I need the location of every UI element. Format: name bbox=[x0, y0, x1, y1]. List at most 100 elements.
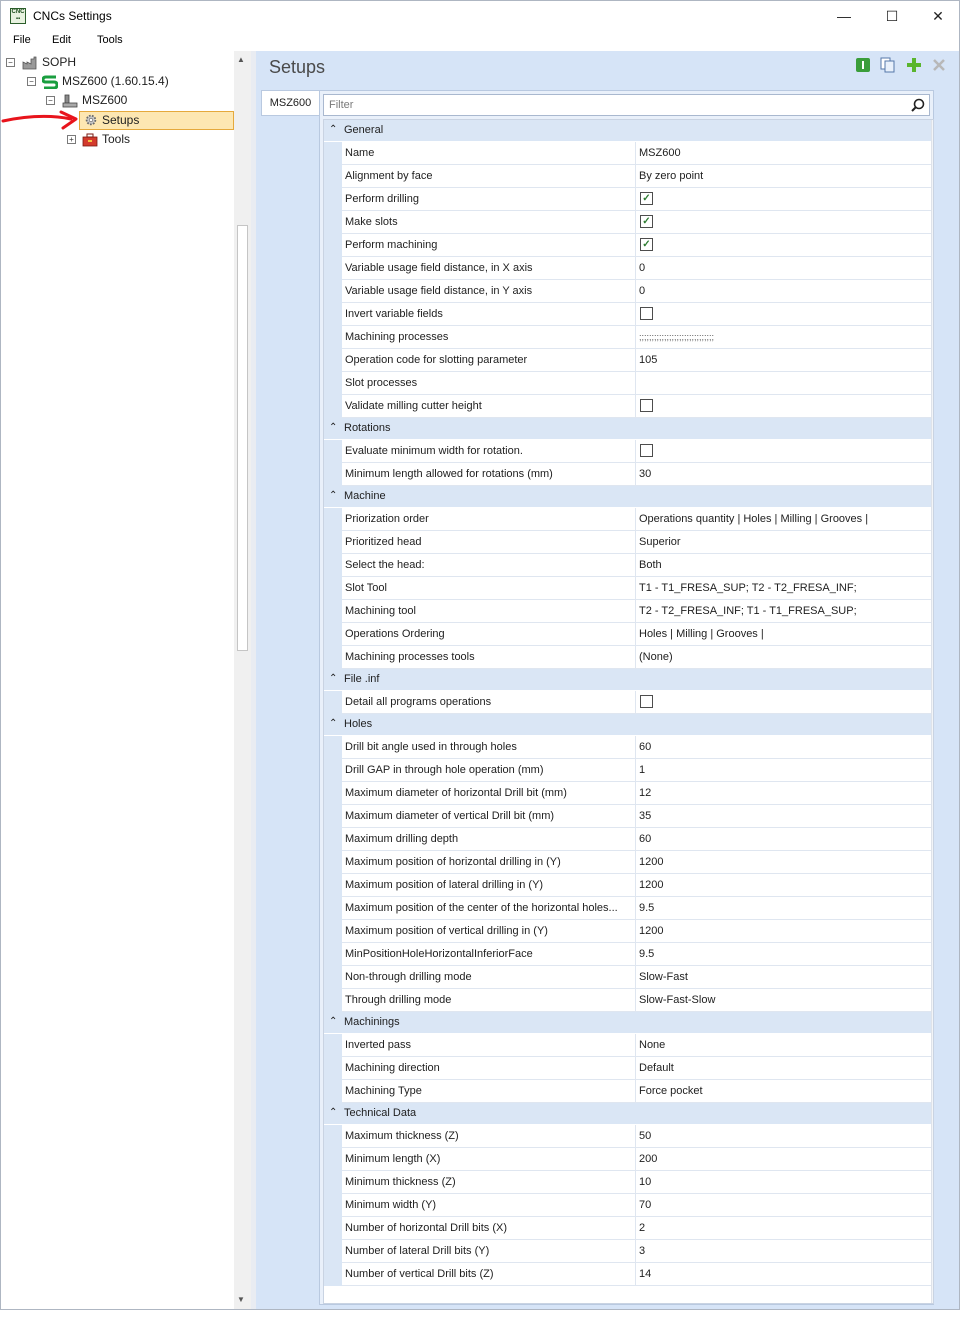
property-value[interactable]: 12 bbox=[636, 782, 931, 805]
property-row[interactable]: Inverted pass None bbox=[324, 1034, 931, 1057]
property-value[interactable]: Slow-Fast-Slow bbox=[636, 989, 931, 1012]
checkbox-unchecked[interactable] bbox=[640, 444, 653, 457]
property-value[interactable]: 70 bbox=[636, 1194, 931, 1217]
checkbox-unchecked[interactable] bbox=[640, 695, 653, 708]
property-row[interactable]: Name MSZ600 bbox=[324, 142, 931, 165]
property-row[interactable]: Machining tool T2 - T2_FRESA_INF; T1 - T1… bbox=[324, 600, 931, 623]
category-row[interactable]: ⌃ Technical Data bbox=[324, 1103, 931, 1125]
property-row[interactable]: Alignment by face By zero point bbox=[324, 165, 931, 188]
chevron-up-icon[interactable]: ⌃ bbox=[329, 1016, 337, 1027]
property-value[interactable]: 0 bbox=[636, 280, 931, 303]
property-row[interactable]: Maximum position of the center of the ho… bbox=[324, 897, 931, 920]
category-row[interactable]: ⌃ Machine bbox=[324, 486, 931, 508]
property-row[interactable]: Drill bit angle used in through holes 60 bbox=[324, 736, 931, 759]
chevron-up-icon[interactable]: ⌃ bbox=[329, 124, 337, 135]
property-value[interactable]: 200 bbox=[636, 1148, 931, 1171]
category-row[interactable]: ⌃ Rotations bbox=[324, 418, 931, 440]
delete-icon[interactable] bbox=[931, 57, 947, 73]
property-value[interactable] bbox=[636, 372, 931, 395]
chevron-up-icon[interactable]: ⌃ bbox=[329, 673, 337, 684]
checkbox-checked[interactable]: ✓ bbox=[640, 238, 653, 251]
property-row[interactable]: Maximum position of horizontal drilling … bbox=[324, 851, 931, 874]
collapse-icon[interactable]: − bbox=[6, 58, 15, 67]
property-row[interactable]: Minimum length (X) 200 bbox=[324, 1148, 931, 1171]
property-value[interactable]: 9.5 bbox=[636, 897, 931, 920]
property-row[interactable]: Operation code for slotting parameter 105 bbox=[324, 349, 931, 372]
property-row[interactable]: Make slots ✓ bbox=[324, 211, 931, 234]
property-row[interactable]: Maximum drilling depth 60 bbox=[324, 828, 931, 851]
property-value[interactable]: 60 bbox=[636, 736, 931, 759]
property-row[interactable]: Prioritized head Superior bbox=[324, 531, 931, 554]
chevron-up-icon[interactable]: ⌃ bbox=[329, 422, 337, 433]
property-value[interactable]: 2 bbox=[636, 1217, 931, 1240]
property-row[interactable]: Perform drilling ✓ bbox=[324, 188, 931, 211]
property-value[interactable]: (None) bbox=[636, 646, 931, 669]
checkbox-checked[interactable]: ✓ bbox=[640, 215, 653, 228]
property-row[interactable]: Maximum position of lateral drilling in … bbox=[324, 874, 931, 897]
category-row[interactable]: ⌃ Holes bbox=[324, 714, 931, 736]
category-row[interactable]: ⌃ General bbox=[324, 120, 931, 142]
property-row[interactable]: Priorization order Operations quantity | … bbox=[324, 508, 931, 531]
property-grid-scrollbar[interactable]: ▲ bbox=[931, 120, 933, 1303]
collapse-icon[interactable]: − bbox=[46, 96, 55, 105]
scroll-down-icon[interactable]: ▼ bbox=[237, 1295, 245, 1304]
property-row[interactable]: Machining direction Default bbox=[324, 1057, 931, 1080]
copy-icon[interactable] bbox=[880, 57, 896, 73]
add-icon[interactable] bbox=[906, 57, 922, 73]
property-row[interactable]: Machining processes tools (None) bbox=[324, 646, 931, 669]
property-row[interactable]: Number of vertical Drill bits (Z) 14 bbox=[324, 1263, 931, 1286]
property-value[interactable] bbox=[636, 691, 931, 714]
collapse-icon[interactable]: − bbox=[27, 77, 36, 86]
property-value[interactable]: 10 bbox=[636, 1171, 931, 1194]
property-row[interactable]: Operations Ordering Holes | Milling | Gro… bbox=[324, 623, 931, 646]
property-value[interactable]: Slow-Fast bbox=[636, 966, 931, 989]
property-row[interactable]: Variable usage field distance, in X axis… bbox=[324, 257, 931, 280]
property-row[interactable]: Machining Type Force pocket bbox=[324, 1080, 931, 1103]
property-value[interactable]: 3 bbox=[636, 1240, 931, 1263]
property-row[interactable]: Perform machining ✓ bbox=[324, 234, 931, 257]
chevron-up-icon[interactable]: ⌃ bbox=[329, 1107, 337, 1118]
tab-msz600[interactable]: MSZ600 bbox=[261, 90, 319, 116]
checkbox-unchecked[interactable] bbox=[640, 307, 653, 320]
property-value[interactable]: Force pocket bbox=[636, 1080, 931, 1103]
edit-icon[interactable] bbox=[855, 57, 871, 73]
property-row[interactable]: Drill GAP in through hole operation (mm)… bbox=[324, 759, 931, 782]
minimize-button[interactable]: — bbox=[821, 1, 867, 31]
checkbox-checked[interactable]: ✓ bbox=[640, 192, 653, 205]
property-value[interactable]: 105 bbox=[636, 349, 931, 372]
property-row[interactable]: Select the head: Both bbox=[324, 554, 931, 577]
property-value[interactable]: 35 bbox=[636, 805, 931, 828]
property-value[interactable]: 1200 bbox=[636, 920, 931, 943]
property-value[interactable]: T1 - T1_FRESA_SUP; T2 - T2_FRESA_INF; bbox=[636, 577, 931, 600]
menu-file[interactable]: File bbox=[13, 34, 31, 46]
property-value[interactable]: MSZ600 bbox=[636, 142, 931, 165]
property-value[interactable]: 30 bbox=[636, 463, 931, 486]
property-value[interactable]: ✓ bbox=[636, 188, 931, 211]
property-row[interactable]: Maximum thickness (Z) 50 bbox=[324, 1125, 931, 1148]
property-row[interactable]: Invert variable fields bbox=[324, 303, 931, 326]
property-value[interactable]: 1200 bbox=[636, 851, 931, 874]
property-row[interactable]: Maximum diameter of vertical Drill bit (… bbox=[324, 805, 931, 828]
property-row[interactable]: Number of lateral Drill bits (Y) 3 bbox=[324, 1240, 931, 1263]
property-value[interactable]: 14 bbox=[636, 1263, 931, 1286]
property-value[interactable]: 60 bbox=[636, 828, 931, 851]
category-row[interactable]: ⌃ File .inf bbox=[324, 669, 931, 691]
property-row[interactable]: Evaluate minimum width for rotation. bbox=[324, 440, 931, 463]
checkbox-unchecked[interactable] bbox=[640, 399, 653, 412]
filter-input[interactable] bbox=[324, 95, 904, 115]
property-value[interactable] bbox=[636, 440, 931, 463]
menu-edit[interactable]: Edit bbox=[52, 34, 71, 46]
property-row[interactable]: Minimum thickness (Z) 10 bbox=[324, 1171, 931, 1194]
property-value[interactable]: By zero point bbox=[636, 165, 931, 188]
property-row[interactable]: Slot processes bbox=[324, 372, 931, 395]
property-row[interactable]: Minimum length allowed for rotations (mm… bbox=[324, 463, 931, 486]
category-row[interactable]: ⌃ Machinings bbox=[324, 1012, 931, 1034]
property-value[interactable]: Holes | Milling | Grooves | bbox=[636, 623, 931, 646]
property-row[interactable]: Detail all programs operations bbox=[324, 691, 931, 714]
chevron-up-icon[interactable]: ⌃ bbox=[329, 490, 337, 501]
property-value[interactable]: 9.5 bbox=[636, 943, 931, 966]
property-value[interactable]: 0 bbox=[636, 257, 931, 280]
property-row[interactable]: Validate milling cutter height bbox=[324, 395, 931, 418]
property-row[interactable]: Variable usage field distance, in Y axis… bbox=[324, 280, 931, 303]
property-value[interactable] bbox=[636, 395, 931, 418]
